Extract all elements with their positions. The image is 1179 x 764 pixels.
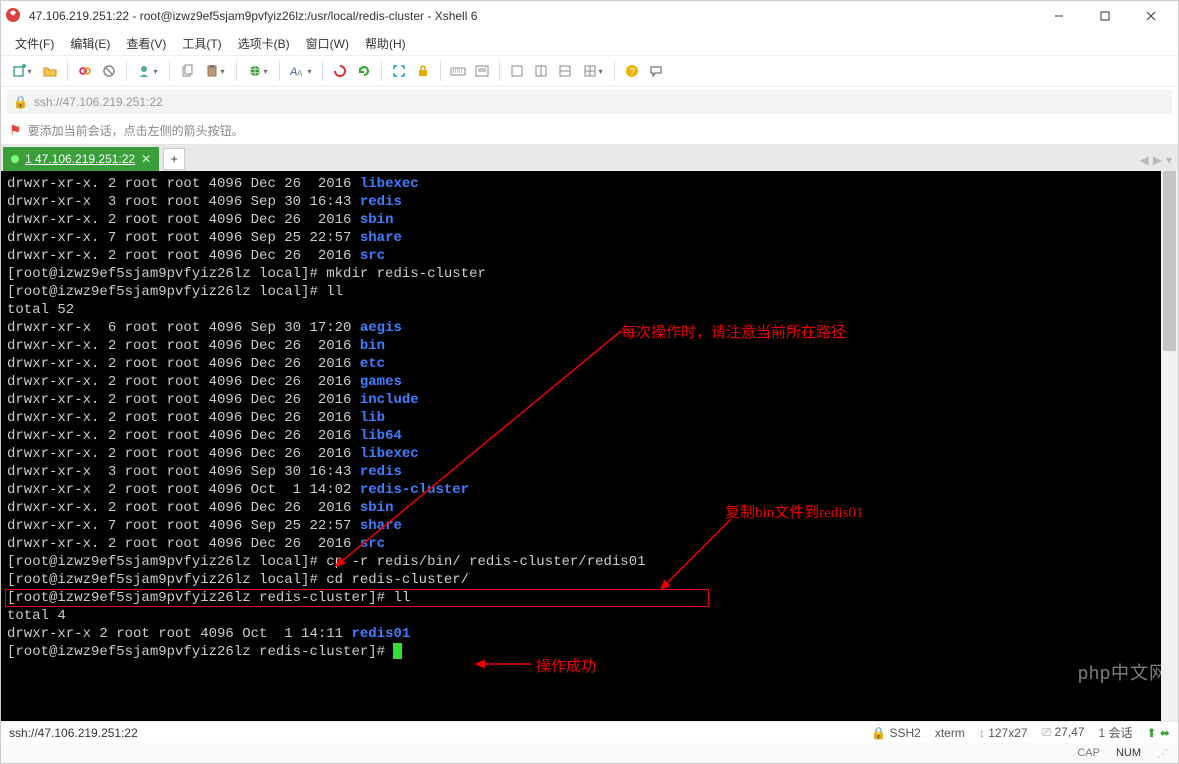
status-connection: ssh://47.106.219.251:22 <box>9 726 138 740</box>
status-link-icon: ⬆ ⬌ <box>1147 726 1170 740</box>
status-dot-icon <box>11 155 19 163</box>
status-cap: CAP <box>1077 747 1100 759</box>
layout3-icon[interactable] <box>554 60 576 82</box>
menubar: 文件(F) 编辑(E) 查看(V) 工具(T) 选项卡(B) 窗口(W) 帮助(… <box>1 31 1178 55</box>
close-button[interactable] <box>1128 1 1174 31</box>
menu-view[interactable]: 查看(V) <box>120 33 172 54</box>
window-title: 47.106.219.251:22 - root@izwz9ef5sjam9pv… <box>29 9 1036 23</box>
keyboard-icon[interactable] <box>447 60 469 82</box>
profile-icon[interactable]: ▾ <box>133 60 163 82</box>
tab-label: 1 47.106.219.251:22 <box>25 152 135 166</box>
menu-file[interactable]: 文件(F) <box>9 33 60 54</box>
session-tab[interactable]: 1 47.106.219.251:22 ✕ <box>3 147 159 171</box>
status-sessions: 1 会话 <box>1099 724 1133 741</box>
scrollbar-thumb[interactable] <box>1163 171 1176 351</box>
status-num: NUM <box>1116 747 1141 759</box>
status-size: ↕ 127x27 <box>979 726 1028 740</box>
refresh-icon[interactable] <box>353 60 375 82</box>
copy-icon[interactable] <box>176 60 198 82</box>
addressbar: 🔒 ssh://47.106.219.251:22 <box>1 87 1178 117</box>
svg-text:A: A <box>297 69 303 78</box>
titlebar: 47.106.219.251:22 - root@izwz9ef5sjam9pv… <box>1 1 1178 31</box>
swirl-icon[interactable] <box>329 60 351 82</box>
menu-window[interactable]: 窗口(W) <box>300 33 355 54</box>
lock-icon[interactable] <box>412 60 434 82</box>
font-icon[interactable]: AA▾ <box>286 60 316 82</box>
layout4-icon[interactable]: ▾ <box>578 60 608 82</box>
terminal-wrap: drwxr-xr-x. 2 root root 4096 Dec 26 2016… <box>1 171 1178 721</box>
terminal[interactable]: drwxr-xr-x. 2 root root 4096 Dec 26 2016… <box>1 171 1161 721</box>
status-grip-icon: ⋰ <box>1157 747 1168 760</box>
menu-tabs[interactable]: 选项卡(B) <box>232 33 296 54</box>
new-tab-button[interactable]: + <box>163 148 185 170</box>
tab-prev-icon[interactable]: ◀ <box>1140 153 1149 167</box>
status-term: xterm <box>935 726 965 740</box>
tab-nav: ◀ ▶ ▾ <box>1140 153 1173 167</box>
menu-tools[interactable]: 工具(T) <box>176 33 227 54</box>
fullscreen-icon[interactable] <box>388 60 410 82</box>
menu-help[interactable]: 帮助(H) <box>359 33 412 54</box>
tab-next-icon[interactable]: ▶ <box>1153 153 1162 167</box>
statusbar: ssh://47.106.219.251:22 🔒 SSH2 xterm ↕ 1… <box>1 721 1178 743</box>
tabbar: 1 47.106.219.251:22 ✕ + ◀ ▶ ▾ <box>1 145 1178 171</box>
paste-icon[interactable]: ▾ <box>200 60 230 82</box>
disconnect-icon[interactable] <box>98 60 120 82</box>
status-pos: ⎚ 27,47 <box>1042 725 1085 740</box>
tipbar: ⚑ 要添加当前会话，点击左侧的箭头按钮。 <box>1 117 1178 145</box>
status-ssh: 🔒 SSH2 <box>871 726 921 740</box>
tab-close-icon[interactable]: ✕ <box>141 152 151 166</box>
lock-small-icon: 🔒 <box>13 95 28 109</box>
address-input[interactable]: 🔒 ssh://47.106.219.251:22 <box>7 90 1172 114</box>
address-text: ssh://47.106.219.251:22 <box>34 95 163 109</box>
app-icon <box>5 7 21 26</box>
layout2-icon[interactable] <box>530 60 552 82</box>
scrollbar[interactable] <box>1161 171 1178 721</box>
tab-menu-icon[interactable]: ▾ <box>1166 153 1172 167</box>
maximize-button[interactable] <box>1082 1 1128 31</box>
minimize-button[interactable] <box>1036 1 1082 31</box>
menu-edit[interactable]: 编辑(E) <box>64 33 116 54</box>
toolbar: ▾ ▾ ▾ ▾ AA▾ ▾ ? <box>1 55 1178 87</box>
script-icon[interactable] <box>471 60 493 82</box>
flag-icon: ⚑ <box>9 122 22 139</box>
statusbar-indicators: CAP NUM ⋰ <box>1 743 1178 763</box>
open-icon[interactable] <box>39 60 61 82</box>
new-session-icon[interactable]: ▾ <box>7 60 37 82</box>
comment-icon[interactable] <box>645 60 667 82</box>
reconnect-icon[interactable] <box>74 60 96 82</box>
tip-text: 要添加当前会话，点击左侧的箭头按钮。 <box>28 122 244 139</box>
globe-icon[interactable]: ▾ <box>243 60 273 82</box>
svg-text:?: ? <box>630 67 636 78</box>
layout1-icon[interactable] <box>506 60 528 82</box>
help-icon[interactable]: ? <box>621 60 643 82</box>
